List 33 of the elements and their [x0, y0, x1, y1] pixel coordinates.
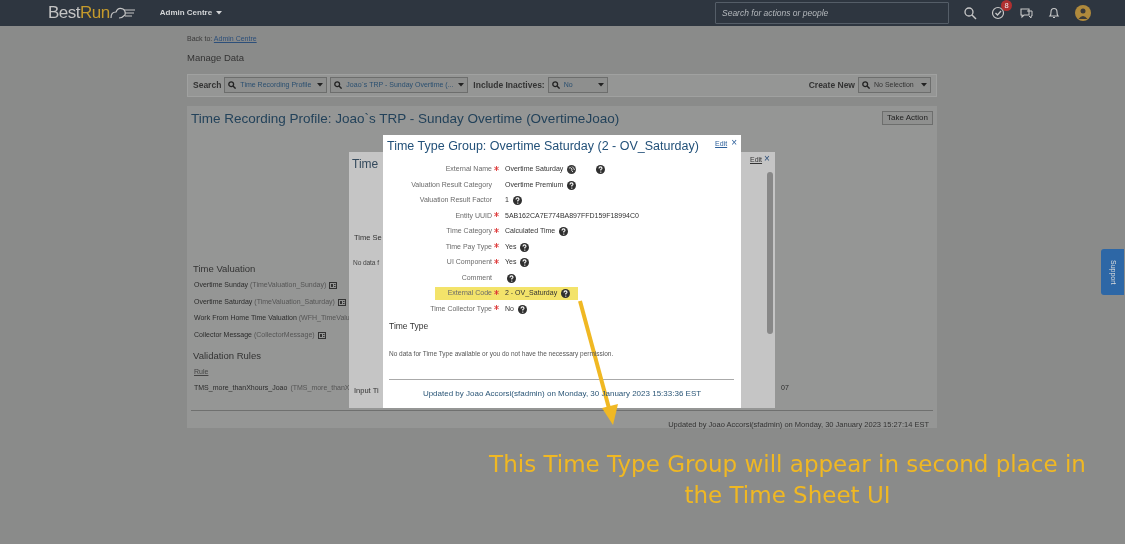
caret-icon: [216, 11, 223, 15]
include-inactives-label: Include Inactives:: [473, 78, 545, 92]
global-search-field[interactable]: Search for actions or people: [715, 2, 949, 24]
search-icon: [228, 81, 237, 90]
dialog-title: Time: [352, 156, 379, 173]
caret-icon: [597, 83, 604, 88]
close-button[interactable]: ×: [764, 152, 770, 166]
take-action-button[interactable]: Take Action: [882, 110, 933, 125]
search-icon: [862, 81, 870, 90]
caret-icon: [317, 83, 324, 88]
checkmark-circle-icon[interactable]: [991, 6, 1005, 20]
search-icon: [551, 81, 560, 90]
annotation-text: This Time Type Group will appear in second place in the Time Sheet UI: [488, 450, 1087, 510]
section-heading: Time Valuation: [193, 262, 256, 276]
avatar-icon[interactable]: [1075, 5, 1091, 21]
section-heading: Time Type: [389, 319, 429, 333]
brand-logo[interactable]: BestRun: [48, 0, 136, 26]
create-new-label: Create New: [808, 78, 855, 92]
search-icon[interactable]: [963, 6, 977, 20]
cloud-icon: [109, 6, 136, 20]
caret-icon: [921, 83, 927, 88]
dialog-title: Time Type Group: Overtime Saturday (2 - OV_Saturday): [387, 138, 699, 155]
caret-icon: [458, 83, 465, 88]
admin-centre-menu[interactable]: Admin Centre: [159, 7, 223, 19]
bell-icon[interactable]: [1047, 6, 1061, 20]
close-button[interactable]: ×: [727, 137, 737, 149]
search-label: Search: [193, 78, 222, 92]
page-title: Manage Data: [187, 50, 246, 65]
profile-title: Time Recording Profile: Joao`s TRP - Sunday Overtime (OvertimeJoao): [191, 109, 620, 128]
section-heading: Validation Rules: [193, 349, 261, 364]
scrollbar[interactable]: [767, 172, 773, 334]
search-icon: [334, 81, 343, 90]
chat-icon[interactable]: [1019, 6, 1033, 20]
